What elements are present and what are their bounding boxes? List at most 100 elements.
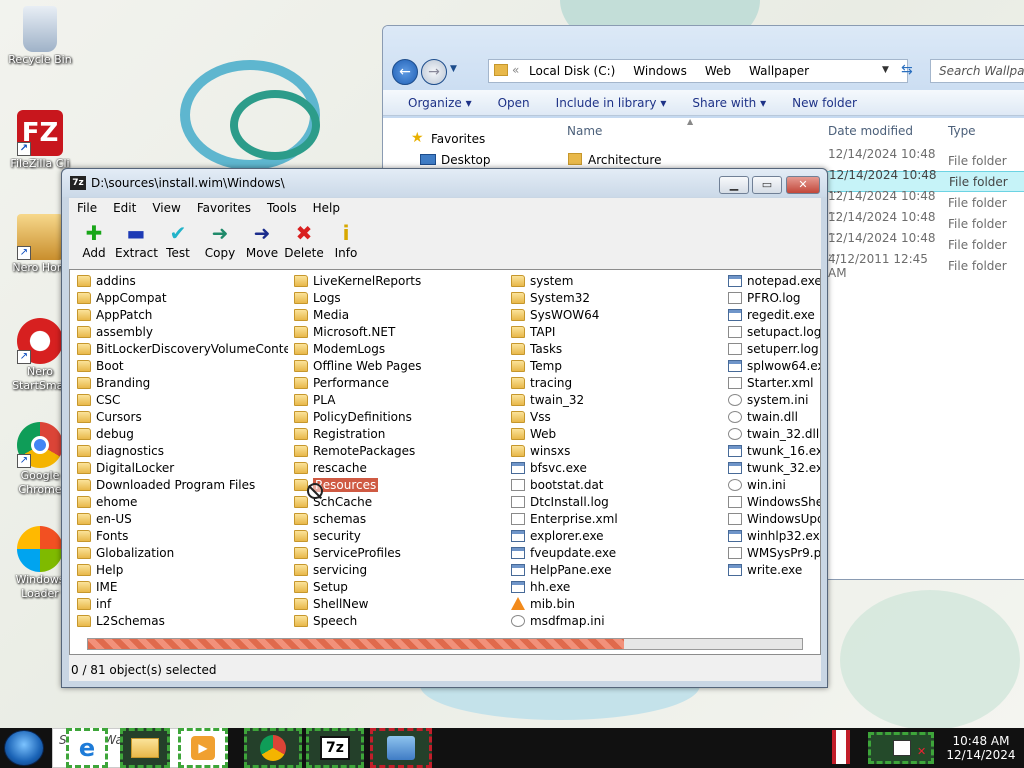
file-item[interactable]: notepad.exe — [725, 272, 820, 289]
forward-button[interactable]: → — [421, 59, 447, 85]
maximize-button[interactable]: ▭ — [752, 176, 782, 194]
file-item[interactable]: msdfmap.ini — [508, 612, 722, 629]
folder-item[interactable]: AppCompat — [74, 289, 288, 306]
breadcrumb-wallpaper[interactable]: Wallpaper — [749, 64, 809, 78]
menu-favorites[interactable]: Favorites — [189, 201, 259, 215]
folder-item[interactable]: twain_32 — [508, 391, 722, 408]
breadcrumb-local-disk[interactable]: Local Disk (C:) — [529, 64, 615, 78]
file-item[interactable]: hh.exe — [508, 578, 722, 595]
folder-item[interactable]: schemas — [291, 510, 505, 527]
folder-item[interactable]: Logs — [291, 289, 505, 306]
folder-item[interactable]: servicing — [291, 561, 505, 578]
desktop-icon-filezilla[interactable]: FZ ↗ FileZilla Cli — [0, 110, 80, 170]
file-item[interactable]: splwow64.exe — [725, 357, 820, 374]
tray-icons[interactable]: ✕ — [868, 732, 934, 764]
extract-button[interactable]: ▬ Extract — [115, 220, 158, 264]
folder-item[interactable]: Vss — [508, 408, 722, 425]
folder-item[interactable]: Fonts — [74, 527, 288, 544]
recent-pages-chevron-icon[interactable]: ▼ — [450, 64, 457, 74]
folder-item[interactable]: AppPatch — [74, 306, 288, 323]
file-item[interactable]: DtcInstall.log — [508, 493, 722, 510]
file-item[interactable]: WindowsShell.Manifest — [725, 493, 820, 510]
folder-item[interactable]: SysWOW64 — [508, 306, 722, 323]
folder-item[interactable]: L2Schemas — [74, 612, 288, 629]
network-icon[interactable] — [893, 740, 911, 756]
folder-item[interactable]: ServiceProfiles — [291, 544, 505, 561]
file-item[interactable]: bootstat.dat — [508, 476, 722, 493]
explorer-item-name[interactable]: Architecture — [588, 153, 661, 167]
file-item[interactable]: bfsvc.exe — [508, 459, 722, 476]
action-center-icon[interactable]: ✕ — [917, 745, 926, 758]
add-button[interactable]: ✚ Add — [73, 220, 115, 264]
open-button[interactable]: Open — [498, 96, 530, 110]
folder-item[interactable]: diagnostics — [74, 442, 288, 459]
folder-item[interactable]: PLA — [291, 391, 505, 408]
file-item[interactable]: mib.bin — [508, 595, 722, 612]
column-type[interactable]: Type — [948, 124, 976, 138]
7zip-title-bar[interactable]: 7z D:\sources\install.wim\Windows\ ▁ ▭ ✕ — [62, 169, 827, 197]
file-item[interactable]: twain.dll — [725, 408, 820, 425]
file-list[interactable]: addins AppCompat AppPatch assembly BitLocker… — [69, 269, 821, 655]
explorer-row[interactable]: 4/12/2011 12:45 AM File folder — [820, 252, 1024, 280]
file-item[interactable]: system.ini — [725, 391, 820, 408]
file-item[interactable]: PFRO.log — [725, 289, 820, 306]
start-button[interactable] — [4, 730, 44, 766]
minimize-button[interactable]: ▁ — [719, 176, 749, 194]
folder-item[interactable]: CSC — [74, 391, 288, 408]
nav-favorites[interactable]: Favorites — [431, 132, 485, 146]
menu-tools[interactable]: Tools — [259, 201, 305, 215]
folder-item[interactable]: assembly — [74, 323, 288, 340]
taskbar-chrome[interactable] — [244, 728, 302, 768]
file-item[interactable]: HelpPane.exe — [508, 561, 722, 578]
folder-item[interactable]: Setup — [291, 578, 505, 595]
breadcrumb-web[interactable]: Web — [705, 64, 731, 78]
folder-item[interactable]: Web — [508, 425, 722, 442]
folder-item[interactable]: Performance — [291, 374, 505, 391]
folder-item[interactable]: en-US — [74, 510, 288, 527]
file-item[interactable]: setupact.log — [725, 323, 820, 340]
file-item[interactable]: regedit.exe — [725, 306, 820, 323]
folder-item[interactable]: Microsoft.NET — [291, 323, 505, 340]
info-button[interactable]: i Info — [325, 220, 367, 264]
folder-item[interactable]: Media — [291, 306, 505, 323]
folder-item[interactable]: SchCache — [291, 493, 505, 510]
taskbar-7zip[interactable]: 7z — [306, 728, 364, 768]
folder-item[interactable]: addins — [74, 272, 288, 289]
folder-item[interactable]: Branding — [74, 374, 288, 391]
search-input[interactable]: Search Wallpa — [930, 59, 1024, 83]
folder-item[interactable]: Registration — [291, 425, 505, 442]
taskbar-media-player[interactable]: ▶ — [178, 728, 228, 768]
folder-item[interactable]: security — [291, 527, 505, 544]
folder-item[interactable]: DigitalLocker — [74, 459, 288, 476]
refresh-icon[interactable]: ⇆ — [901, 62, 913, 78]
desktop-icon-recycle-bin[interactable]: Recycle Bin — [0, 6, 80, 66]
folder-item[interactable]: BitLockerDiscoveryVolumeContents — [74, 340, 288, 357]
file-item[interactable]: write.exe — [725, 561, 820, 578]
folder-item[interactable]: TAPI — [508, 323, 722, 340]
new-folder-button[interactable]: New folder — [792, 96, 857, 110]
folder-item[interactable]: system — [508, 272, 722, 289]
file-item[interactable]: Starter.xml — [725, 374, 820, 391]
menu-file[interactable]: File — [69, 201, 105, 215]
taskbar-control-panel[interactable] — [370, 728, 432, 768]
organize-button[interactable]: Organize ▾ — [408, 96, 472, 110]
folder-item[interactable]: Help — [74, 561, 288, 578]
folder-item[interactable]: Resources — [291, 476, 505, 493]
folder-item[interactable]: System32 — [508, 289, 722, 306]
folder-item[interactable]: Tasks — [508, 340, 722, 357]
taskbar-ie[interactable]: e — [66, 728, 108, 768]
menu-help[interactable]: Help — [305, 201, 348, 215]
address-dropdown-icon[interactable]: ▼ — [882, 65, 889, 75]
menu-view[interactable]: View — [144, 201, 188, 215]
folder-item[interactable]: rescache — [291, 459, 505, 476]
folder-item[interactable]: ShellNew — [291, 595, 505, 612]
column-date-modified[interactable]: Date modified — [828, 124, 913, 138]
folder-item[interactable]: LiveKernelReports — [291, 272, 505, 289]
file-item[interactable]: winhlp32.exe — [725, 527, 820, 544]
address-bar[interactable]: Local Disk (C:) Windows Web Wallpaper — [488, 59, 908, 83]
breadcrumb-windows[interactable]: Windows — [633, 64, 687, 78]
file-item[interactable]: setuperr.log — [725, 340, 820, 357]
folder-item[interactable]: PolicyDefinitions — [291, 408, 505, 425]
file-item[interactable]: Enterprise.xml — [508, 510, 722, 527]
folder-item[interactable]: Temp — [508, 357, 722, 374]
